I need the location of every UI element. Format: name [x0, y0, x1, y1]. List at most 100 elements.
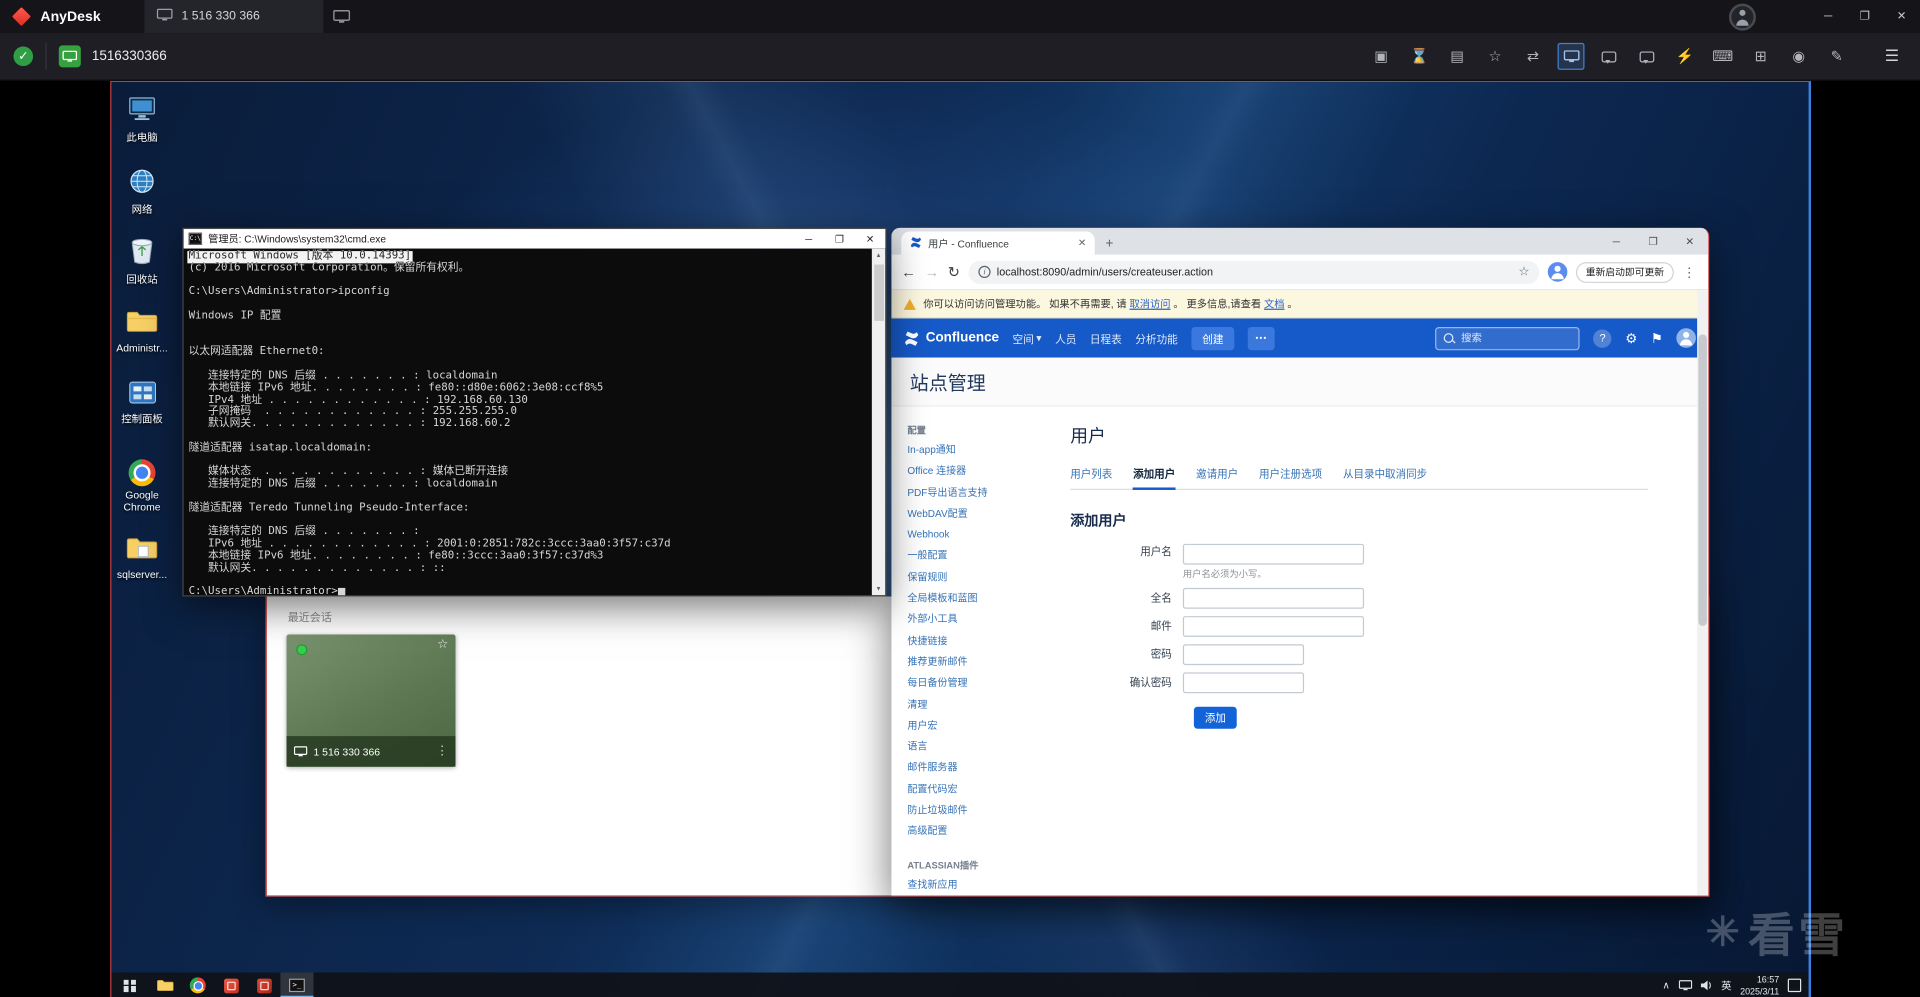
nav-calendars[interactable]: 日程表: [1090, 330, 1122, 346]
sidebar-item-mail-servers[interactable]: 邮件服务器: [907, 757, 1050, 778]
scrollbar-thumb[interactable]: [1698, 334, 1707, 626]
action-center-icon[interactable]: [1787, 978, 1802, 993]
start-button[interactable]: [111, 973, 148, 997]
file-transfer-icon[interactable]: ⇄: [1520, 43, 1547, 70]
desktop-icon-recycle-bin[interactable]: 回收站: [114, 238, 170, 287]
tile-more-icon[interactable]: ⋮: [436, 745, 448, 758]
tab-signup-options[interactable]: 用户注册选项: [1259, 467, 1322, 482]
tray-monitor-icon[interactable]: [1678, 974, 1692, 996]
sidebar-item-gadgets[interactable]: 外部小工具: [907, 609, 1050, 630]
record-icon[interactable]: ◉: [1785, 43, 1812, 70]
anydesk-titlebar[interactable]: AnyDesk 1 516 330 366 ─ ❐ ✕: [0, 0, 1920, 34]
search-input[interactable]: 搜索: [1435, 326, 1580, 350]
input-method-indicator[interactable]: 英: [1721, 978, 1731, 993]
sidebar-item-recommended-updates[interactable]: 推荐更新邮件: [907, 652, 1050, 673]
help-icon[interactable]: ?: [1593, 328, 1612, 348]
docs-link[interactable]: 文档: [1264, 298, 1285, 310]
taskbar-file-explorer[interactable]: [148, 973, 181, 997]
sidebar-item-general-config[interactable]: 一般配置: [907, 546, 1050, 567]
sidebar-item-shortcuts[interactable]: 快捷链接: [907, 630, 1050, 651]
desktop-icon-administrator-folder[interactable]: Administr...: [114, 310, 170, 355]
cmd-terminal[interactable]: Microsoft Windows [版本 10.0.14393] (c) 20…: [183, 248, 886, 596]
sidebar-item-inapp[interactable]: In-app通知: [907, 440, 1050, 461]
new-tab-button[interactable]: +: [1095, 231, 1124, 254]
sidebar-item-daily-backup[interactable]: 每日备份管理: [907, 673, 1050, 694]
relaunch-to-update-button[interactable]: 重新启动即可更新: [1575, 261, 1674, 283]
sidebar-item-webhook[interactable]: Webhook: [907, 524, 1050, 545]
start-menu-key-icon[interactable]: ⊞: [1747, 43, 1774, 70]
minimize-button[interactable]: ─: [1810, 0, 1847, 33]
cmd-scrollbar[interactable]: ▲ ▼: [871, 248, 886, 596]
scrollbar-thumb[interactable]: [873, 264, 884, 321]
session-history-icon[interactable]: ⌛: [1406, 43, 1433, 70]
tab-unsync-from-directory[interactable]: 从目录中取消同步: [1343, 467, 1427, 482]
remote-desktop[interactable]: 此电脑 网络 回收站 Administr... 控制面板 Google Chro…: [110, 80, 1812, 997]
favorite-star-icon[interactable]: ☆: [437, 638, 448, 651]
cmd-titlebar[interactable]: C:\ 管理员: C:\Windows\system32\cmd.exe ─ ❐…: [183, 229, 886, 249]
nav-more-button[interactable]: •••: [1248, 326, 1275, 350]
scroll-down-icon[interactable]: ▼: [872, 582, 885, 595]
profile-avatar[interactable]: [1547, 262, 1568, 282]
reload-icon[interactable]: ↻: [948, 263, 960, 280]
actions-icon[interactable]: ⚡: [1671, 43, 1698, 70]
sidebar-item-templates[interactable]: 全局模板和蓝图: [907, 588, 1050, 609]
minimize-button[interactable]: ─: [1598, 228, 1635, 255]
settings-gear-icon[interactable]: ⚙: [1625, 330, 1637, 346]
password-field[interactable]: [1182, 643, 1305, 665]
account-icon[interactable]: [1728, 3, 1756, 31]
session-tab[interactable]: 1 516 330 366: [144, 0, 324, 34]
keyboard-icon[interactable]: ⌨: [1709, 43, 1736, 70]
nav-analytics[interactable]: 分析功能: [1135, 330, 1178, 346]
new-session-button[interactable]: [324, 0, 361, 33]
sidebar-item-user-macros[interactable]: 用户宏: [907, 715, 1050, 736]
clock[interactable]: 16:57 2025/3/11: [1740, 974, 1779, 996]
revoke-access-link[interactable]: 取消访问: [1130, 298, 1171, 310]
confirm-password-field[interactable]: [1182, 671, 1305, 693]
fullname-field[interactable]: [1182, 587, 1365, 609]
chat-icon[interactable]: [1596, 43, 1623, 70]
menu-icon[interactable]: ☰: [1878, 43, 1905, 70]
close-button[interactable]: ✕: [1671, 228, 1708, 255]
nav-people[interactable]: 人员: [1055, 330, 1076, 346]
favorite-star-icon[interactable]: ☆: [1482, 43, 1509, 70]
sidebar-item-cleanup[interactable]: 清理: [907, 694, 1050, 715]
page-scrollbar[interactable]: [1697, 290, 1709, 896]
display-settings-icon[interactable]: [1557, 42, 1585, 70]
back-icon[interactable]: ←: [901, 263, 916, 280]
tab-add-user[interactable]: 添加用户: [1133, 467, 1176, 490]
desktop-icon-this-pc[interactable]: 此电脑: [114, 97, 170, 144]
address-bar[interactable]: i localhost:8090/admin/users/createuser.…: [968, 260, 1540, 284]
sidebar-item-retention[interactable]: 保留规则: [907, 567, 1050, 588]
nav-spaces[interactable]: 空间 ▾: [1013, 330, 1042, 346]
screenshot-icon[interactable]: ▣: [1368, 43, 1395, 70]
recent-session-tile[interactable]: ☆ 1 516 330 366 ⋮: [286, 634, 456, 767]
whiteboard-pen-icon[interactable]: ✎: [1823, 43, 1850, 70]
browser-menu-icon[interactable]: ⋮: [1682, 264, 1695, 280]
taskbar-app-red-2[interactable]: [247, 973, 280, 997]
desktop-icon-network[interactable]: 网络: [114, 169, 170, 216]
taskbar-app-red-1[interactable]: [214, 973, 247, 997]
chrome-window[interactable]: 用户 - Confluence ✕ + ─ ❐ ✕ ← → ↻ i localh…: [891, 227, 1710, 897]
taskbar-cmd-active[interactable]: >_: [280, 972, 314, 997]
comment-icon[interactable]: [1633, 43, 1660, 70]
sidebar-item-webdav[interactable]: WebDAV配置: [907, 503, 1050, 524]
minimize-button[interactable]: ─: [793, 229, 824, 249]
desktop-icon-control-panel[interactable]: 控制面板: [114, 381, 170, 426]
maximize-button[interactable]: ❐: [1847, 0, 1884, 33]
tray-expand-icon[interactable]: ∧: [1662, 980, 1669, 991]
announcements-flag-icon[interactable]: ⚑: [1651, 330, 1663, 346]
sidebar-item-pdf-export[interactable]: PDF导出语言支持: [907, 482, 1050, 503]
sidebar-item-code-macro[interactable]: 配置代码宏: [907, 779, 1050, 800]
tab-invite-user[interactable]: 邀请用户: [1196, 467, 1238, 482]
maximize-button[interactable]: ❐: [1635, 228, 1672, 255]
taskbar-chrome[interactable]: [181, 973, 214, 997]
tab-user-list[interactable]: 用户列表: [1070, 467, 1112, 482]
add-user-submit-button[interactable]: 添加: [1193, 706, 1237, 729]
maximize-button[interactable]: ❐: [824, 229, 855, 249]
desktop-icon-sqlserver-folder[interactable]: sqlserver...: [114, 536, 170, 581]
cmd-window[interactable]: C:\ 管理员: C:\Windows\system32\cmd.exe ─ ❐…: [182, 227, 887, 597]
tab-close-icon[interactable]: ✕: [1078, 238, 1086, 249]
username-field[interactable]: [1182, 543, 1365, 565]
scroll-up-icon[interactable]: ▲: [872, 249, 885, 262]
sidebar-item-advanced-config[interactable]: 高级配置: [907, 821, 1050, 842]
